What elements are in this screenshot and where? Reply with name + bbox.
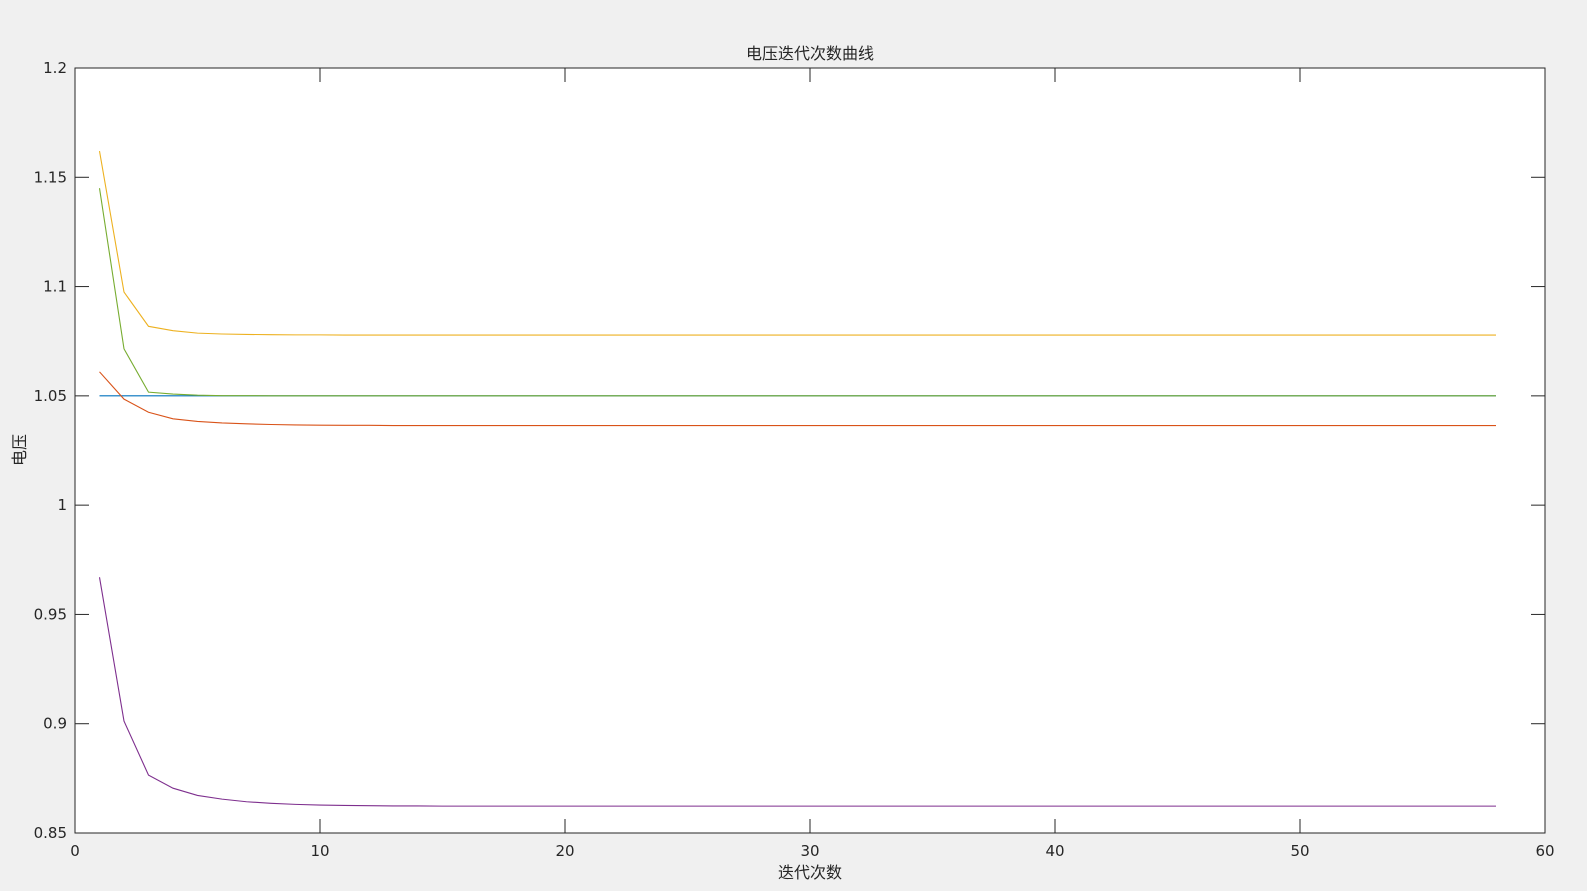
y-tick-label: 1.05 [34, 387, 67, 405]
line-chart: 0 10 20 30 40 50 600.850.90.9511.051.11.151.2 … [10, 44, 1555, 882]
x-axis-label: 迭代次数 [778, 863, 842, 882]
y-tick-label: 0.85 [34, 824, 67, 842]
y-tick-label: 0.95 [34, 605, 67, 623]
y-axis-label: 电压 [10, 434, 29, 466]
y-tick-label: 1 [57, 496, 67, 514]
x-tick-label: 0 [70, 842, 80, 860]
y-tick-label: 0.9 [43, 715, 67, 733]
x-tick-label: 40 [1045, 842, 1064, 860]
x-tick-label: 30 [800, 842, 819, 860]
x-tick-label: 60 [1535, 842, 1554, 860]
x-tick-label: 50 [1290, 842, 1309, 860]
y-tick-label: 1.15 [34, 168, 67, 186]
x-tick-label: 20 [555, 842, 574, 860]
figure-window: 0 10 20 30 40 50 60 0.85 0.9 0.95 1 1.05 1.1 1.15 1.2 … [0, 0, 1587, 887]
chart-title: 电压迭代次数曲线 [746, 44, 874, 63]
x-tick-label: 10 [310, 842, 329, 860]
y-tick-label: 1.2 [43, 59, 67, 77]
plot-area [75, 68, 1545, 833]
y-tick-label: 1.1 [43, 278, 67, 296]
